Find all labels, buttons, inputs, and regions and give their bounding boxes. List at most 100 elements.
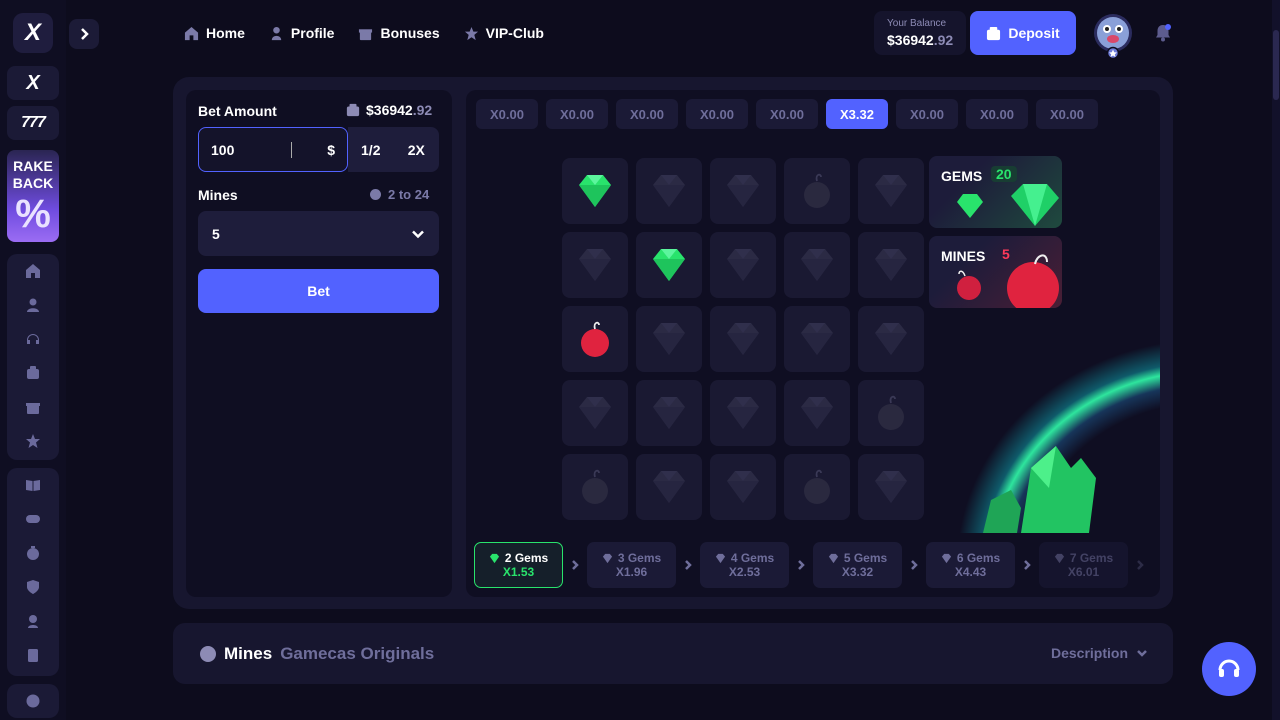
grid-tile[interactable] xyxy=(784,232,850,298)
multiplier-chip: X0.00 xyxy=(1036,99,1098,129)
grid-tile[interactable] xyxy=(562,232,628,298)
gems-counter: GEMS 20 xyxy=(929,156,1062,228)
grid-tile[interactable] xyxy=(784,380,850,446)
chevron-right-icon xyxy=(789,560,813,570)
grid-tile[interactable] xyxy=(858,454,924,520)
payout-step-gems: 7 Gems xyxy=(1069,551,1114,565)
headset-icon xyxy=(1218,659,1240,677)
grid-tile[interactable] xyxy=(784,454,850,520)
double-bet-button[interactable]: 2X xyxy=(394,127,440,172)
grid-tile[interactable] xyxy=(858,158,924,224)
support-chat-button[interactable] xyxy=(1202,642,1256,696)
gem-icon xyxy=(727,249,759,281)
support-agent-icon[interactable] xyxy=(7,604,59,638)
chevron-right-icon xyxy=(563,560,587,570)
planet-background xyxy=(921,318,1160,533)
chevron-right-icon xyxy=(81,28,89,40)
grid-tile[interactable] xyxy=(858,306,924,372)
user-icon[interactable] xyxy=(7,288,59,322)
grid-tile[interactable] xyxy=(710,454,776,520)
page-scrollbar[interactable] xyxy=(1272,0,1280,720)
gem-icon xyxy=(653,175,685,207)
payout-step: 5 Gems X3.32 xyxy=(813,542,902,588)
mine-icon xyxy=(804,173,830,208)
user-icon xyxy=(271,26,282,40)
payout-step-multiplier: X3.32 xyxy=(841,565,874,579)
home-icon[interactable] xyxy=(7,254,59,288)
bet-amount-label: Bet Amount xyxy=(198,103,277,119)
nav-vip-club[interactable]: VIP-Club xyxy=(464,22,544,44)
sidebar-group-language xyxy=(7,684,59,718)
book-icon[interactable] xyxy=(7,468,59,502)
payout-steps: 2 Gems X1.53 3 Gems X1.96 4 Gems X2.53 5 Gems X… xyxy=(474,542,1152,588)
grid-tile[interactable] xyxy=(710,232,776,298)
gem-icon xyxy=(579,397,611,429)
grid-tile[interactable] xyxy=(562,158,628,224)
payout-step: 3 Gems X1.96 xyxy=(587,542,676,588)
originals-x-button[interactable]: X xyxy=(7,66,59,100)
description-toggle[interactable]: Description xyxy=(1051,645,1148,661)
grid-tile[interactable] xyxy=(858,380,924,446)
gem-icon xyxy=(579,249,611,281)
grid-tile[interactable] xyxy=(710,380,776,446)
mines-count-value: 5 xyxy=(212,225,220,242)
sidebar-expand-button[interactable] xyxy=(69,19,99,49)
mine-icon xyxy=(878,395,904,430)
gamepad-icon[interactable] xyxy=(7,502,59,536)
grid-tile[interactable] xyxy=(636,454,702,520)
grid-tile[interactable] xyxy=(562,380,628,446)
multiplier-chip: X0.00 xyxy=(966,99,1028,129)
mines-count-select[interactable]: 5 xyxy=(198,211,439,256)
multiplier-chip: X0.00 xyxy=(686,99,748,129)
rakeback-button[interactable]: RAKE BACK % xyxy=(7,150,59,242)
multiplier-chip: X0.00 xyxy=(546,99,608,129)
gem-icon xyxy=(727,397,759,429)
headset-icon[interactable] xyxy=(7,322,59,356)
grid-tile[interactable] xyxy=(710,306,776,372)
deposit-label: Deposit xyxy=(1008,25,1060,41)
clipboard-icon[interactable] xyxy=(7,638,59,672)
grid-tile[interactable] xyxy=(636,158,702,224)
payout-step: 4 Gems X2.53 xyxy=(700,542,789,588)
globe-icon[interactable] xyxy=(7,684,59,718)
grid-tile[interactable] xyxy=(636,232,702,298)
grid-tile[interactable] xyxy=(710,158,776,224)
wallet-icon[interactable] xyxy=(7,356,59,390)
site-logo[interactable]: X xyxy=(13,13,53,53)
nav-home[interactable]: Home xyxy=(184,22,245,44)
bet-amount-input[interactable]: 100 $ xyxy=(198,127,348,172)
gem-icon xyxy=(602,553,612,563)
grid-tile[interactable] xyxy=(562,454,628,520)
shield-icon[interactable] xyxy=(7,570,59,604)
notifications-icon[interactable] xyxy=(1153,23,1173,43)
gift-icon[interactable] xyxy=(7,390,59,424)
grid-tile[interactable] xyxy=(636,380,702,446)
payout-step-multiplier: X1.96 xyxy=(615,565,648,579)
grid-tile[interactable] xyxy=(858,232,924,298)
avatar[interactable] xyxy=(1092,13,1134,60)
timer-icon[interactable] xyxy=(7,536,59,570)
nav-bonuses[interactable]: Bonuses xyxy=(358,22,440,44)
bet-modifiers: 1/2 2X xyxy=(348,127,439,172)
balance-label: Your Balance xyxy=(887,18,947,29)
grid-tile[interactable] xyxy=(562,306,628,372)
nav-profile[interactable]: Profile xyxy=(269,22,334,44)
grid-tile[interactable] xyxy=(784,306,850,372)
bet-button[interactable]: Bet xyxy=(198,269,439,313)
gem-icon xyxy=(489,553,499,563)
scrollbar-thumb[interactable] xyxy=(1273,30,1279,100)
star-icon[interactable] xyxy=(7,424,59,458)
gem-icon xyxy=(875,323,907,355)
nav-bonuses-label: Bonuses xyxy=(380,25,440,41)
grid-tile[interactable] xyxy=(636,306,702,372)
half-bet-button[interactable]: 1/2 xyxy=(348,127,394,172)
multiplier-track: X0.00 X0.00 X0.00 X0.00 X0.00 X3.32 X0.00 X0.00… xyxy=(476,99,1098,129)
multiplier-chip: X0.00 xyxy=(476,99,538,129)
game-title: Mines Gamecas Originals xyxy=(200,644,434,664)
deposit-button[interactable]: Deposit xyxy=(970,11,1076,55)
game-title-text: Mines xyxy=(224,644,273,663)
mines-grid xyxy=(562,158,924,520)
grid-tile[interactable] xyxy=(784,158,850,224)
payout-step: 6 Gems X4.43 xyxy=(926,542,1015,588)
slots-777-button[interactable]: 777 xyxy=(7,106,59,140)
